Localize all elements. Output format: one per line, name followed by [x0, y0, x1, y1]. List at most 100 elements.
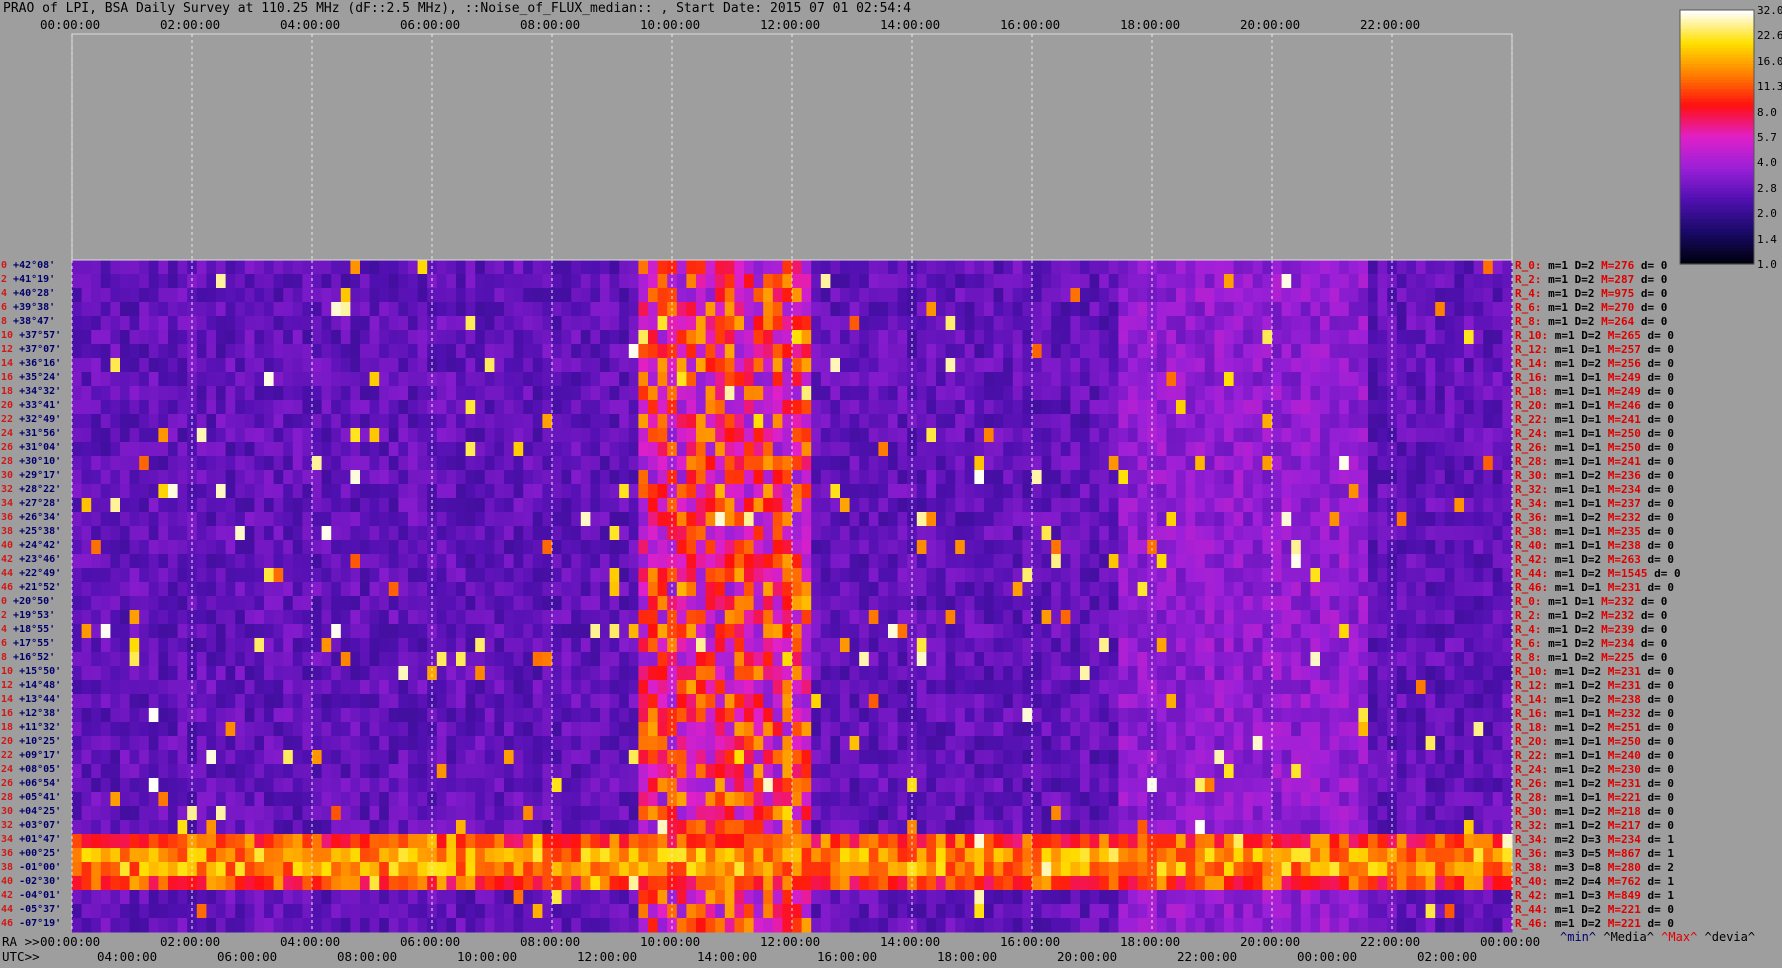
- heatmap-cell: [561, 582, 572, 597]
- heatmap-cell: [580, 610, 591, 625]
- heatmap-cell: [859, 358, 870, 373]
- heatmap-cell: [561, 624, 572, 639]
- heatmap-cell: [868, 302, 879, 317]
- heatmap-cell: [1089, 302, 1100, 317]
- heatmap-cell: [763, 414, 774, 429]
- heatmap-cell: [600, 288, 611, 303]
- heatmap-cell: [321, 512, 332, 527]
- heatmap-cell: [350, 260, 361, 275]
- heatmap-cell: [580, 316, 591, 331]
- heatmap-cell: [1060, 666, 1071, 681]
- heatmap-cell: [1396, 708, 1407, 723]
- heatmap-cell: [91, 274, 102, 289]
- heatmap-cell: [100, 288, 111, 303]
- heatmap-cell: [408, 302, 419, 317]
- heatmap-cell: [734, 456, 745, 471]
- heatmap-cell: [475, 484, 486, 499]
- heatmap-cell: [225, 610, 236, 625]
- heatmap-cell: [840, 666, 851, 681]
- heatmap-cell: [398, 260, 409, 275]
- heatmap-cell: [1291, 400, 1302, 415]
- heatmap-cell: [590, 554, 601, 569]
- heatmap-cell: [792, 708, 803, 723]
- heatmap-cell: [1089, 386, 1100, 401]
- heatmap-cell: [91, 568, 102, 583]
- heatmap-cell: [619, 330, 630, 345]
- heatmap-cell: [312, 456, 323, 471]
- heatmap-cell: [1339, 414, 1350, 429]
- heatmap-cell: [868, 260, 879, 275]
- heatmap-cell: [158, 302, 169, 317]
- heatmap-cell: [552, 484, 563, 499]
- heatmap-cell: [1444, 708, 1455, 723]
- heatmap-cell: [1041, 512, 1052, 527]
- heatmap-cell: [571, 708, 582, 723]
- heatmap-cell: [1041, 554, 1052, 569]
- heatmap-cell: [254, 512, 265, 527]
- heatmap-cell: [398, 596, 409, 611]
- heatmap-cell: [552, 526, 563, 541]
- heatmap-cell: [532, 288, 543, 303]
- heatmap-cell: [955, 652, 966, 667]
- heatmap-cell: [1204, 596, 1215, 611]
- heatmap-cell: [436, 638, 447, 653]
- heatmap-cell: [100, 344, 111, 359]
- heatmap-cell: [417, 344, 428, 359]
- heatmap-cell: [811, 540, 822, 555]
- heatmap-cell: [782, 554, 793, 569]
- heatmap-cell: [312, 638, 323, 653]
- heatmap-cell: [1502, 596, 1513, 611]
- heatmap-cell: [1425, 526, 1436, 541]
- heatmap-cell: [177, 624, 188, 639]
- heatmap-cell: [91, 554, 102, 569]
- heatmap-cell: [648, 680, 659, 695]
- heatmap-cell: [398, 666, 409, 681]
- heatmap-cell: [417, 582, 428, 597]
- heatmap-cell: [648, 484, 659, 499]
- heatmap-cell: [456, 638, 467, 653]
- heatmap-cell: [264, 512, 275, 527]
- heatmap-cell: [1233, 540, 1244, 555]
- heatmap-cell: [1502, 428, 1513, 443]
- heatmap-cell: [436, 260, 447, 275]
- heatmap-cell: [523, 568, 534, 583]
- heatmap-cell: [456, 652, 467, 667]
- heatmap-cell: [993, 470, 1004, 485]
- heatmap-cell: [916, 582, 927, 597]
- heatmap-cell: [916, 386, 927, 401]
- heatmap-cell: [456, 400, 467, 415]
- heatmap-cell: [1435, 386, 1446, 401]
- heatmap-cell: [580, 386, 591, 401]
- heatmap-cell: [216, 400, 227, 415]
- heatmap-cell: [446, 554, 457, 569]
- heatmap-cell: [235, 498, 246, 513]
- heatmap-cell: [81, 414, 92, 429]
- heatmap-cell: [888, 316, 899, 331]
- heatmap-cell: [619, 652, 630, 667]
- heatmap-cell: [1444, 358, 1455, 373]
- heatmap-cell: [139, 680, 150, 695]
- heatmap-cell: [801, 568, 812, 583]
- heatmap-cell: [331, 442, 342, 457]
- heatmap-cell: [139, 274, 150, 289]
- heatmap-cell: [273, 554, 284, 569]
- heatmap-cell: [273, 260, 284, 275]
- heatmap-cell: [1368, 316, 1379, 331]
- heatmap-cell: [1502, 274, 1513, 289]
- heatmap-cell: [753, 694, 764, 709]
- heatmap-cell: [580, 666, 591, 681]
- heatmap-cell: [1329, 358, 1340, 373]
- heatmap-cell: [1329, 554, 1340, 569]
- heatmap-cell: [216, 680, 227, 695]
- heatmap-cell: [974, 288, 985, 303]
- heatmap-cell: [1060, 582, 1071, 597]
- heatmap-cell: [811, 498, 822, 513]
- heatmap-cell: [686, 302, 697, 317]
- heatmap-cell: [676, 358, 687, 373]
- heatmap-cell: [446, 694, 457, 709]
- heatmap-cell: [254, 302, 265, 317]
- heatmap-cell: [571, 694, 582, 709]
- heatmap-cell: [120, 344, 131, 359]
- heatmap-cell: [744, 498, 755, 513]
- heatmap-cell: [657, 624, 668, 639]
